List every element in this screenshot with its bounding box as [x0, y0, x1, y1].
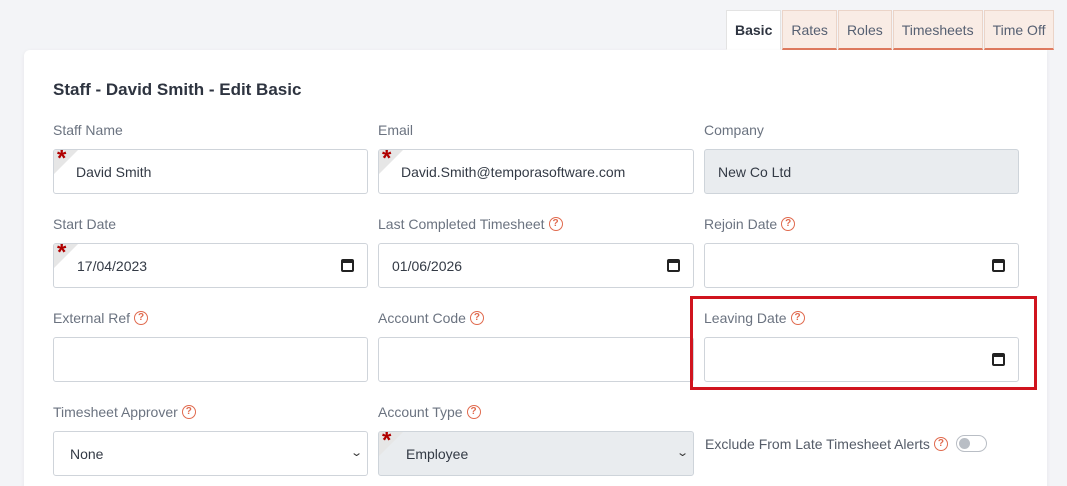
tab-timesheets[interactable]: Timesheets — [892, 10, 983, 50]
help-icon[interactable]: ? — [548, 217, 563, 231]
calendar-icon[interactable] — [992, 259, 1005, 272]
required-marker: * — [54, 150, 80, 176]
company-label: Company — [704, 122, 764, 138]
staff-name-input[interactable]: * David Smith — [53, 149, 368, 194]
email-label: Email — [378, 122, 414, 138]
leaving-date-highlight — [690, 296, 1037, 390]
account-type-label: Account Type? — [378, 404, 481, 420]
rejoin-date-input[interactable] — [704, 243, 1019, 288]
help-icon[interactable]: ? — [933, 437, 948, 451]
exclude-late-alerts-toggle[interactable] — [956, 435, 987, 452]
company-field: New Co Ltd — [704, 149, 1019, 194]
timesheet-approver-select[interactable]: None ⌄ — [53, 431, 368, 476]
external-ref-label: External Ref? — [53, 310, 149, 326]
help-icon[interactable]: ? — [466, 405, 481, 419]
timesheet-approver-value: None — [70, 445, 104, 462]
calendar-icon[interactable] — [341, 259, 354, 272]
account-type-select[interactable]: * Employee ⌄ — [378, 431, 694, 476]
external-ref-input[interactable] — [53, 337, 368, 382]
email-input[interactable]: * David.Smith@temporasoftware.com — [378, 149, 694, 194]
required-marker: * — [54, 244, 80, 270]
start-date-label: Start Date — [53, 216, 117, 232]
account-code-input[interactable] — [378, 337, 694, 382]
toggle-knob — [959, 438, 970, 449]
last-completed-timesheet-label: Last Completed Timesheet? — [378, 216, 563, 232]
tab-roles[interactable]: Roles — [837, 10, 892, 50]
help-icon[interactable]: ? — [781, 217, 796, 231]
timesheet-approver-label: Timesheet Approver? — [53, 404, 196, 420]
tab-basic[interactable]: Basic — [726, 10, 782, 50]
tab-bar: Basic Rates Roles Timesheets Time Off — [726, 10, 1055, 50]
exclude-late-alerts-label: Exclude From Late Timesheet Alerts? — [705, 436, 948, 452]
help-icon[interactable]: ? — [134, 311, 149, 325]
staff-name-label: Staff Name — [53, 122, 123, 138]
chevron-down-icon: ⌄ — [349, 447, 363, 459]
rejoin-date-label: Rejoin Date? — [704, 216, 796, 232]
company-value: New Co Ltd — [718, 163, 792, 180]
start-date-input[interactable]: * 17/04/2023 — [53, 243, 368, 288]
last-completed-timesheet-value: 01/06/2026 — [392, 257, 463, 274]
tab-time-off[interactable]: Time Off — [983, 10, 1055, 50]
required-marker: * — [379, 150, 405, 176]
page-title: Staff - David Smith - Edit Basic — [53, 80, 302, 99]
help-icon[interactable]: ? — [469, 311, 484, 325]
calendar-icon[interactable] — [667, 259, 680, 272]
last-completed-timesheet-input[interactable]: 01/06/2026 — [378, 243, 694, 288]
required-marker: * — [379, 432, 405, 458]
help-icon[interactable]: ? — [181, 405, 196, 419]
email-value: David.Smith@temporasoftware.com — [401, 163, 626, 180]
tab-rates[interactable]: Rates — [782, 10, 837, 50]
account-code-label: Account Code? — [378, 310, 484, 326]
chevron-down-icon: ⌄ — [675, 447, 689, 459]
